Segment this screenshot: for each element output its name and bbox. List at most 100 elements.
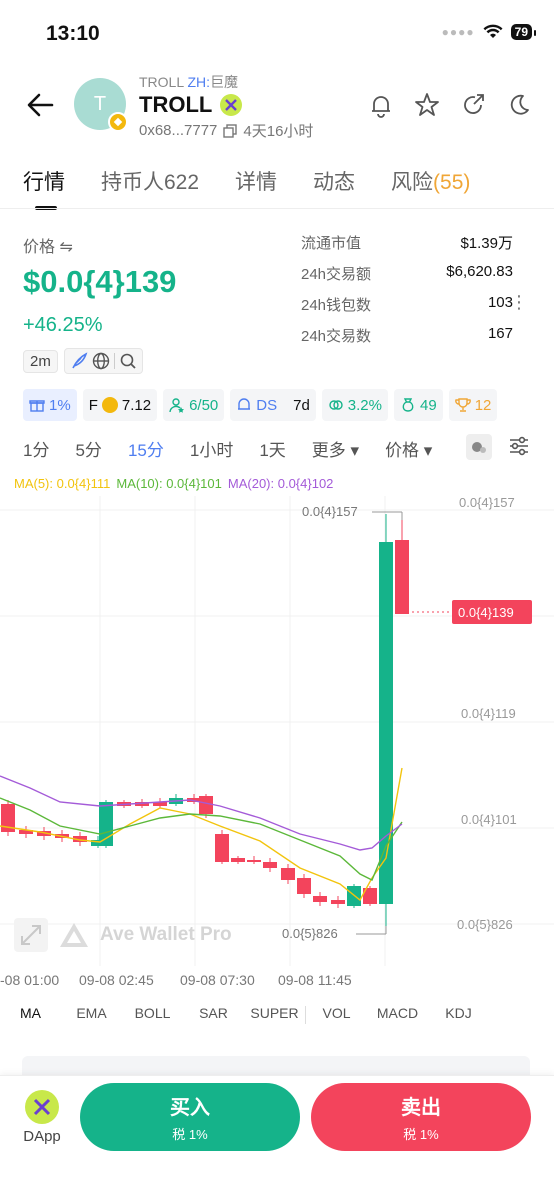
globe-icon[interactable] — [92, 352, 110, 370]
token-age: 4天16小时 — [243, 123, 314, 140]
tab-market[interactable]: 行情 — [23, 166, 65, 210]
f-label: F — [88, 396, 98, 414]
dapp-button[interactable]: DApp — [20, 1090, 64, 1145]
stat-key: 24h交易额 — [301, 266, 372, 283]
battery-indicator: 79 — [510, 24, 537, 40]
money-bag-icon — [402, 398, 414, 412]
indicator-tabs: MA EMA BOLL SAR SUPER VOL MACD KDJ — [0, 1005, 554, 1024]
candle-down — [263, 862, 277, 868]
search-icon[interactable] — [119, 352, 137, 370]
token-name-row: TROLL — [139, 92, 243, 118]
candle-down — [215, 834, 229, 862]
candlestick-chart[interactable]: 0.0{4}157 0.0{4}119 0.0{4}101 0.0{5}826 0.0{… — [0, 495, 554, 988]
more-options-icon[interactable]: ⋮ — [510, 292, 528, 313]
candle-down — [199, 796, 213, 814]
risk-score: (55) — [433, 171, 471, 194]
y-tick-label: 0.0{4}157 — [459, 495, 515, 510]
token-symbol-small: TROLL — [139, 74, 184, 90]
interval-15m[interactable]: 15分 — [128, 436, 164, 461]
candle-down — [247, 860, 261, 862]
avatar-letter: T — [93, 92, 107, 115]
feather-icon[interactable] — [70, 352, 88, 370]
chain-badge-icon — [108, 112, 128, 132]
gift-metric[interactable]: 1% — [23, 389, 77, 421]
stat-market-cap: 流通市值 $1.39万 — [301, 232, 513, 263]
price-change: +46.25% — [23, 314, 103, 336]
candle-up — [99, 802, 113, 846]
indicator-sar[interactable]: SAR — [183, 1005, 244, 1024]
candle-down — [313, 896, 327, 902]
verified-icon — [220, 94, 243, 116]
price-mode-select[interactable]: 价格 ▾ — [385, 436, 432, 461]
sell-button[interactable]: 卖出 税 1% — [311, 1083, 531, 1151]
money-metric[interactable]: 49 — [394, 389, 443, 421]
ds-label: DS — [256, 396, 278, 414]
money-value: 49 — [420, 396, 437, 414]
indicator-super[interactable]: SUPER — [244, 1005, 305, 1024]
interval-1h[interactable]: 1小时 — [190, 436, 233, 461]
x-tick-label: 09-08 02:45 — [79, 972, 154, 988]
bubble-icon — [472, 442, 486, 453]
price-label[interactable]: 价格 ⇋ — [23, 233, 73, 257]
trophy-icon — [454, 398, 471, 412]
tab-activity[interactable]: 动态 — [313, 166, 355, 196]
metrics-row: 1% F 7.12 6/50 DS 7d 3.2% 49 12 — [23, 389, 498, 421]
ma-legend: MA(5): 0.0{4}111 MA(10): 0.0{4}101 MA(20… — [14, 476, 333, 491]
low-price-label: 0.0{5}826 — [282, 926, 338, 941]
candle-down — [297, 878, 311, 894]
users-metric[interactable]: 6/50 — [163, 389, 225, 421]
ma5-value: MA(5): 0.0{4}111 — [14, 476, 111, 491]
token-address[interactable]: 0x68...7777 — [139, 122, 217, 139]
bundle-value: 3.2% — [347, 396, 382, 414]
high-price-label: 0.0{4}157 — [302, 504, 358, 519]
interval-1d[interactable]: 1天 — [259, 436, 285, 461]
trophy-metric[interactable]: 12 — [448, 389, 498, 421]
gift-icon — [29, 400, 45, 412]
indicator-vol[interactable]: VOL — [306, 1005, 367, 1024]
bell-icon[interactable] — [368, 92, 394, 118]
tab-risk-label: 风险 — [391, 171, 434, 194]
indicator-macd[interactable]: MACD — [367, 1005, 428, 1024]
current-price-label: 0.0{4}139 — [458, 605, 514, 620]
share-icon[interactable] — [460, 92, 486, 118]
status-icons: ●●●● 79 — [441, 24, 537, 40]
f-value: 7.12 — [121, 396, 152, 414]
interval-5m[interactable]: 5分 — [75, 436, 101, 461]
dark-mode-icon[interactable] — [506, 92, 532, 118]
price-value: $0.0{4}139 — [23, 264, 177, 299]
gift-value: 1% — [49, 396, 71, 414]
indicator-ma[interactable]: MA — [0, 1005, 61, 1024]
buy-button[interactable]: 买入 税 1% — [80, 1083, 300, 1151]
tab-details[interactable]: 详情 — [235, 166, 277, 196]
dapp-label: DApp — [23, 1128, 61, 1145]
interval-more[interactable]: 更多 ▾ — [312, 436, 359, 461]
f-metric[interactable]: F 7.12 — [82, 389, 158, 421]
bundle-metric[interactable]: 3.2% — [321, 389, 388, 421]
sell-label: 卖出 — [401, 1097, 441, 1119]
stat-value: $1.39万 — [460, 235, 513, 252]
bundle-icon — [329, 400, 343, 410]
back-arrow-icon[interactable] — [26, 92, 54, 118]
tab-holders[interactable]: 持币人622 — [101, 166, 199, 196]
interval-1m[interactable]: 1分 — [23, 436, 49, 461]
stat-value: 167 — [487, 325, 513, 342]
ds-metric[interactable]: DS 7d — [230, 389, 316, 421]
tab-risk[interactable]: 风险(55) — [391, 166, 470, 196]
signal-icon: ●●●● — [441, 25, 475, 39]
x-tick-label: 09-08 11:45 — [278, 972, 352, 988]
settings-sliders-icon[interactable] — [508, 436, 530, 456]
indicator-kdj[interactable]: KDJ — [428, 1005, 489, 1024]
token-subtitle: TROLL ZH:巨魔 — [139, 72, 238, 92]
stat-value: $6,620.83 — [446, 263, 513, 280]
buy-label: 买入 — [170, 1097, 210, 1119]
indicator-ema[interactable]: EMA — [61, 1005, 122, 1024]
chart-style-button[interactable] — [466, 434, 492, 460]
indicator-boll[interactable]: BOLL — [122, 1005, 183, 1024]
star-icon[interactable] — [414, 92, 440, 118]
age-chip: 2m — [23, 349, 58, 373]
copy-icon[interactable] — [223, 123, 238, 138]
sell-tax: 税 1% — [403, 1127, 439, 1142]
ds-period: 7d — [293, 396, 310, 414]
expand-icon[interactable] — [14, 918, 48, 952]
stat-key: 流通市值 — [301, 235, 362, 252]
